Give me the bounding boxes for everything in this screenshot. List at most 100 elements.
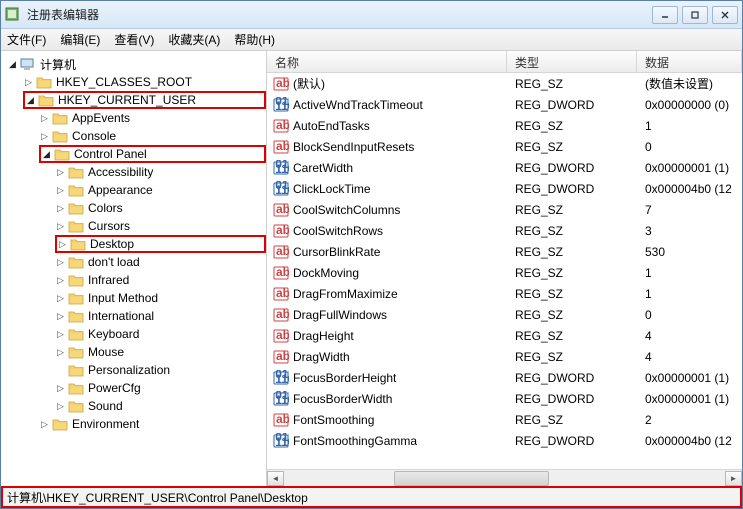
- value-row[interactable]: FocusBorderHeightREG_DWORD0x00000001 (1): [267, 367, 742, 388]
- expander-icon[interactable]: [55, 383, 66, 394]
- tree-label: Infrared: [86, 273, 131, 287]
- value-name: ActiveWndTrackTimeout: [293, 98, 423, 112]
- value-type: REG_SZ: [507, 119, 637, 133]
- expander-icon[interactable]: [55, 401, 66, 412]
- value-row[interactable]: BlockSendInputResetsREG_SZ0: [267, 136, 742, 157]
- maximize-icon: [690, 10, 700, 20]
- scroll-track[interactable]: [284, 471, 725, 486]
- value-row[interactable]: CoolSwitchRowsREG_SZ3: [267, 220, 742, 241]
- tree-item-accessibility[interactable]: Accessibility: [55, 163, 266, 181]
- scroll-left-button[interactable]: ◄: [267, 471, 284, 486]
- value-row[interactable]: CaretWidthREG_DWORD0x00000001 (1): [267, 157, 742, 178]
- expander-icon[interactable]: [39, 131, 50, 142]
- value-row[interactable]: DragWidthREG_SZ4: [267, 346, 742, 367]
- tree-item-colors[interactable]: Colors: [55, 199, 266, 217]
- tree-item-don-t-load[interactable]: don't load: [55, 253, 266, 271]
- scroll-right-button[interactable]: ►: [725, 471, 742, 486]
- expander-icon[interactable]: [55, 347, 66, 358]
- tree-item-powercfg[interactable]: PowerCfg: [55, 379, 266, 397]
- tree-label: Desktop: [88, 237, 136, 251]
- value-row[interactable]: DockMovingREG_SZ1: [267, 262, 742, 283]
- tree-item-keyboard[interactable]: Keyboard: [55, 325, 266, 343]
- expander-icon[interactable]: [41, 149, 52, 160]
- tree-panel[interactable]: 计算机 HKEY_CLASSES_ROOT HKEY_CURRENT_USER: [1, 51, 267, 486]
- tree-item-infrared[interactable]: Infrared: [55, 271, 266, 289]
- scroll-thumb[interactable]: [394, 471, 548, 486]
- expander-icon[interactable]: [55, 167, 66, 178]
- value-row[interactable]: DragHeightREG_SZ4: [267, 325, 742, 346]
- expander-icon[interactable]: [25, 95, 36, 106]
- tree-label: Mouse: [86, 345, 126, 359]
- value-data: 0: [637, 308, 742, 322]
- expander-icon[interactable]: [39, 113, 50, 124]
- binary-value-icon: [273, 160, 289, 176]
- value-data: 3: [637, 224, 742, 238]
- folder-icon: [68, 345, 84, 359]
- expander-icon[interactable]: [55, 203, 66, 214]
- expander-icon[interactable]: [7, 59, 18, 70]
- value-row[interactable]: CursorBlinkRateREG_SZ530: [267, 241, 742, 262]
- tree-item-personalization[interactable]: Personalization: [55, 361, 266, 379]
- expander-icon[interactable]: [55, 257, 66, 268]
- expander-icon[interactable]: [55, 329, 66, 340]
- tree-item-international[interactable]: International: [55, 307, 266, 325]
- expander-icon[interactable]: [55, 185, 66, 196]
- horizontal-scrollbar[interactable]: ◄ ►: [267, 469, 742, 486]
- tree-hkcr[interactable]: HKEY_CLASSES_ROOT: [23, 73, 266, 91]
- expander-icon[interactable]: [55, 275, 66, 286]
- content-area: 计算机 HKEY_CLASSES_ROOT HKEY_CURRENT_USER: [1, 51, 742, 486]
- menu-edit[interactable]: 编辑(E): [60, 31, 100, 48]
- value-row[interactable]: FontSmoothingREG_SZ2: [267, 409, 742, 430]
- expander-icon[interactable]: [55, 293, 66, 304]
- tree-root-computer[interactable]: 计算机: [7, 55, 266, 73]
- tree-hkcu[interactable]: HKEY_CURRENT_USER: [23, 91, 266, 109]
- titlebar[interactable]: 注册表编辑器: [1, 1, 742, 29]
- value-data: 0x000004b0 (12: [637, 182, 742, 196]
- value-row[interactable]: FontSmoothingGammaREG_DWORD0x000004b0 (1…: [267, 430, 742, 451]
- value-data: 2: [637, 413, 742, 427]
- value-name: CaretWidth: [293, 161, 353, 175]
- tree-item-sound[interactable]: Sound: [55, 397, 266, 415]
- column-data-header[interactable]: 数据: [637, 51, 742, 72]
- menu-file[interactable]: 文件(F): [7, 31, 46, 48]
- tree-item-desktop[interactable]: Desktop: [55, 235, 266, 253]
- tree-control-panel[interactable]: Control Panel: [39, 145, 266, 163]
- value-row[interactable]: ActiveWndTrackTimeoutREG_DWORD0x00000000…: [267, 94, 742, 115]
- menu-help[interactable]: 帮助(H): [234, 31, 275, 48]
- value-row[interactable]: CoolSwitchColumnsREG_SZ7: [267, 199, 742, 220]
- tree-console[interactable]: Console: [39, 127, 266, 145]
- string-value-icon: [273, 76, 289, 92]
- expander-icon[interactable]: [23, 77, 34, 88]
- maximize-button[interactable]: [682, 6, 708, 24]
- minimize-button[interactable]: [652, 6, 678, 24]
- expander-icon[interactable]: [39, 419, 50, 430]
- menu-favorites[interactable]: 收藏夹(A): [168, 31, 220, 48]
- menu-view[interactable]: 查看(V): [114, 31, 154, 48]
- tree-item-appearance[interactable]: Appearance: [55, 181, 266, 199]
- tree-item-cursors[interactable]: Cursors: [55, 217, 266, 235]
- value-row[interactable]: DragFromMaximizeREG_SZ1: [267, 283, 742, 304]
- tree-label: International: [86, 309, 156, 323]
- expander-icon[interactable]: [55, 365, 66, 376]
- close-button[interactable]: [712, 6, 738, 24]
- value-row[interactable]: AutoEndTasksREG_SZ1: [267, 115, 742, 136]
- tree-appevents[interactable]: AppEvents: [39, 109, 266, 127]
- column-type-header[interactable]: 类型: [507, 51, 637, 72]
- value-type: REG_DWORD: [507, 434, 637, 448]
- value-row[interactable]: ClickLockTimeREG_DWORD0x000004b0 (12: [267, 178, 742, 199]
- column-name-header[interactable]: 名称: [267, 51, 507, 72]
- value-row[interactable]: DragFullWindowsREG_SZ0: [267, 304, 742, 325]
- expander-icon[interactable]: [55, 221, 66, 232]
- expander-icon[interactable]: [55, 311, 66, 322]
- folder-icon: [68, 309, 84, 323]
- list-body[interactable]: (默认)REG_SZ(数值未设置) ActiveWndTrackTimeout RE…: [267, 73, 742, 469]
- folder-icon: [52, 417, 68, 431]
- value-row[interactable]: (默认)REG_SZ(数值未设置): [267, 73, 742, 94]
- list-header: 名称 类型 数据: [267, 51, 742, 73]
- tree-item-mouse[interactable]: Mouse: [55, 343, 266, 361]
- value-type: REG_DWORD: [507, 98, 637, 112]
- value-row[interactable]: FocusBorderWidthREG_DWORD0x00000001 (1): [267, 388, 742, 409]
- tree-environment[interactable]: Environment: [39, 415, 266, 433]
- tree-item-input-method[interactable]: Input Method: [55, 289, 266, 307]
- expander-icon[interactable]: [57, 239, 68, 250]
